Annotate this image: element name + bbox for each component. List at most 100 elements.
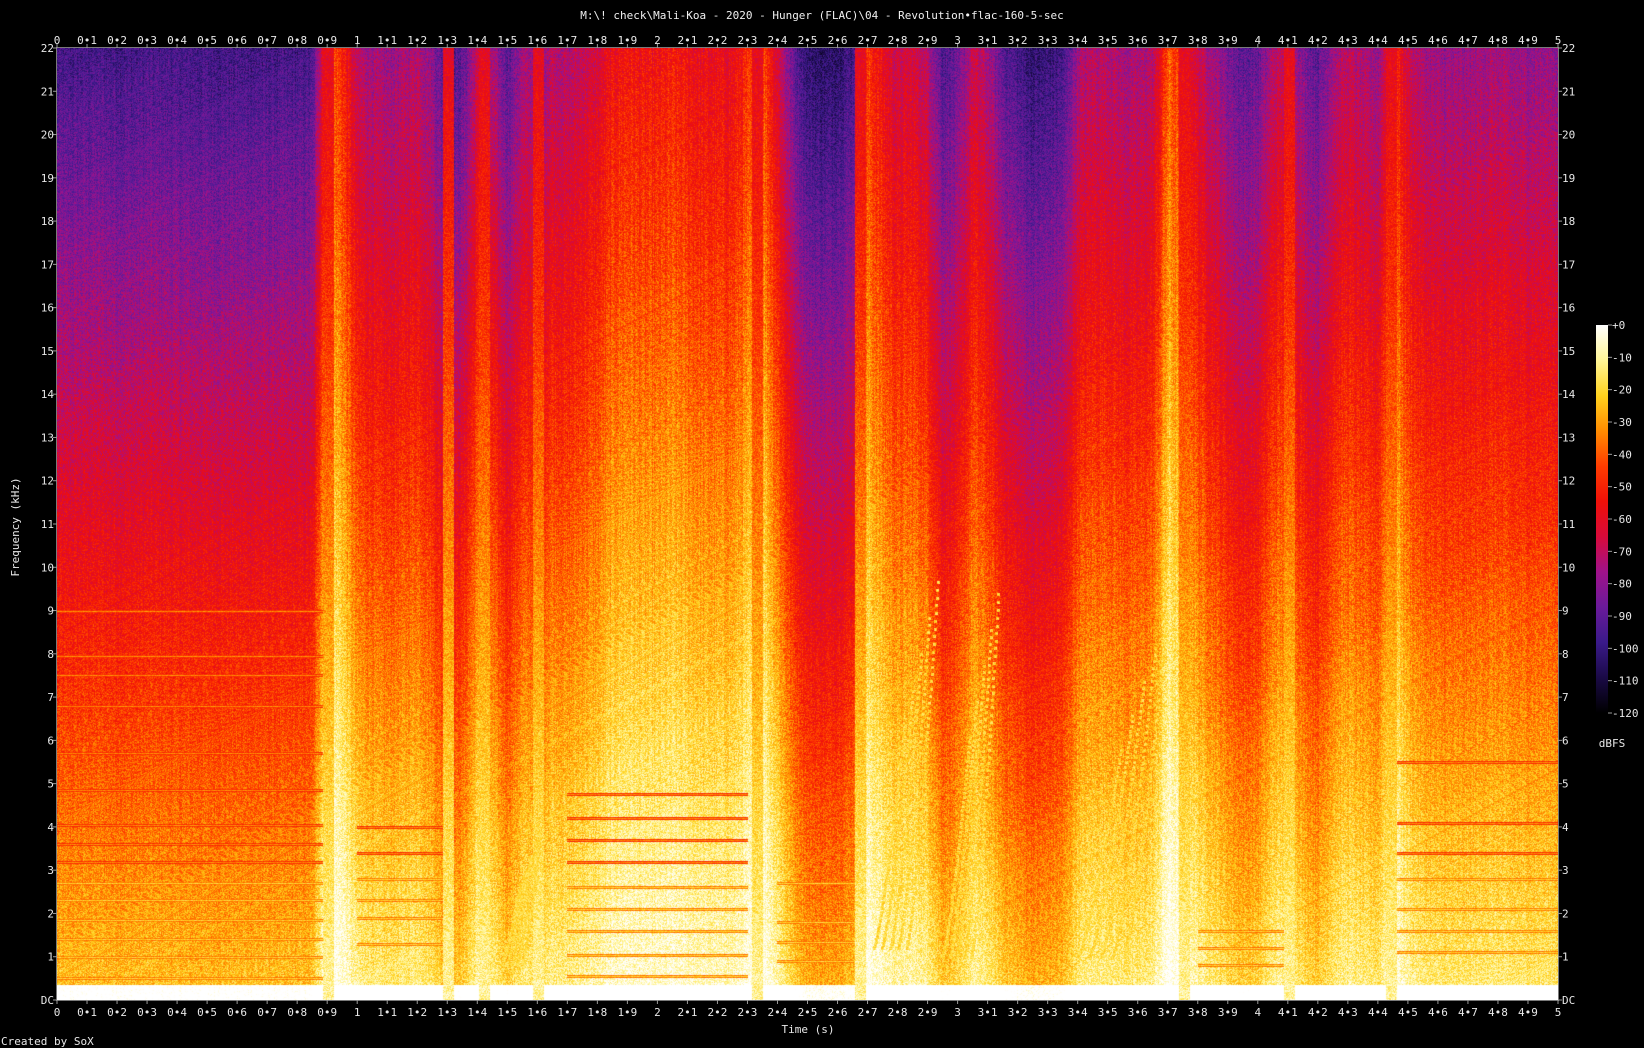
spectrogram-chart: M:\! check\Mali-Koa - 2020 - Hunger (FLA… xyxy=(1,9,1639,1048)
y-tick-label-right: 17 xyxy=(1562,258,1575,271)
x-tick-label-top: 0•1 xyxy=(77,34,97,47)
y-tick-label-left: 17 xyxy=(41,258,54,271)
colorbar-tick-label: -40 xyxy=(1612,448,1632,461)
y-tick-label-left: 12 xyxy=(41,475,54,488)
x-tick-label-top: 2•7 xyxy=(858,34,878,47)
colorbar-tick-label: -30 xyxy=(1612,416,1632,429)
y-tick-label-right: 18 xyxy=(1562,215,1575,228)
x-tick-label-bottom: 0•3 xyxy=(137,1006,157,1019)
x-tick-label-top: 3 xyxy=(954,34,961,47)
y-tick-label-right: 11 xyxy=(1562,518,1575,531)
y-tick-label-right: 5 xyxy=(1562,778,1569,791)
y-tick-label-left: 22 xyxy=(41,42,54,55)
x-tick-label-top: 4•5 xyxy=(1398,34,1418,47)
y-tick-label-left: 14 xyxy=(41,388,55,401)
colorbar-tick-label: -80 xyxy=(1612,578,1632,591)
x-tick-label-top: 1•6 xyxy=(527,34,547,47)
x-tick-label-top: 4•8 xyxy=(1488,34,1508,47)
x-tick-label-bottom: 4•1 xyxy=(1278,1006,1298,1019)
x-tick-label-bottom: 2•2 xyxy=(708,1006,728,1019)
x-tick-label-top: 2•3 xyxy=(738,34,758,47)
x-tick-label-top: 0•8 xyxy=(287,34,307,47)
x-tick-label-bottom: 2•5 xyxy=(798,1006,818,1019)
x-tick-label-bottom: 3•5 xyxy=(1098,1006,1118,1019)
colorbar-tick-label: -110 xyxy=(1612,675,1639,688)
x-tick-label-bottom: 1•5 xyxy=(497,1006,517,1019)
colorbar-tick-label: -20 xyxy=(1612,384,1632,397)
y-tick-label-left: 3 xyxy=(47,864,54,877)
colorbar-tick-label: +0 xyxy=(1612,319,1625,332)
x-tick-label-top: 0•2 xyxy=(107,34,127,47)
x-tick-label-top: 4•9 xyxy=(1518,34,1538,47)
x-tick-label-top: 4 xyxy=(1254,34,1261,47)
x-tick-label-top: 2 xyxy=(654,34,661,47)
x-tick-label-bottom: 0 xyxy=(54,1006,61,1019)
x-tick-label-top: 0•7 xyxy=(257,34,277,47)
y-axis-left: DC12345678910111213141516171819202122 xyxy=(41,42,57,1007)
x-tick-label-bottom: 1•1 xyxy=(377,1006,397,1019)
y-tick-label-right: 8 xyxy=(1562,648,1569,661)
x-tick-label-top: 1•2 xyxy=(407,34,427,47)
colorbar-ticks: +0 -10 -20 -30 -40 -50 -60 -70 -80 -90 -100 -110 -12… xyxy=(1608,319,1639,720)
y-tick-label-left: 1 xyxy=(47,951,54,964)
x-tick-label-bottom: 2 xyxy=(654,1006,661,1019)
x-tick-label-top: 0•3 xyxy=(137,34,157,47)
colorbar-unit-label: dBFS xyxy=(1599,737,1626,750)
y-tick-label-right: 2 xyxy=(1562,907,1569,920)
x-tick-label-top: 1•8 xyxy=(587,34,607,47)
y-tick-label-right: 16 xyxy=(1562,302,1575,315)
x-tick-label-bottom: 4•4 xyxy=(1368,1006,1388,1019)
y-tick-label-right: 15 xyxy=(1562,345,1575,358)
x-tick-label-top: 2•4 xyxy=(768,34,788,47)
x-tick-label-top: 3•6 xyxy=(1128,34,1148,47)
x-tick-label-top: 1•3 xyxy=(437,34,457,47)
y-tick-label-left: 19 xyxy=(41,172,54,185)
y-tick-label-right: 14 xyxy=(1562,388,1576,401)
x-axis-top: 0 0•1 0•2 0•3 0•4 0•5 0•6 0•7 0•8 0•9 1 1•1 1•2 1•3 1•… xyxy=(54,34,1562,48)
y-tick-label-right: 3 xyxy=(1562,864,1569,877)
y-tick-label-left: 20 xyxy=(41,129,54,142)
x-tick-label-bottom: 4•7 xyxy=(1458,1006,1478,1019)
x-tick-label-top: 1•1 xyxy=(377,34,397,47)
x-tick-label-top: 1 xyxy=(354,34,361,47)
y-tick-label-left: 10 xyxy=(41,561,54,574)
x-tick-label-top: 1•4 xyxy=(467,34,487,47)
y-tick-label-left: 15 xyxy=(41,345,54,358)
x-tick-label-bottom: 0•7 xyxy=(257,1006,277,1019)
x-tick-label-bottom: 0•2 xyxy=(107,1006,127,1019)
y-tick-label-left: 21 xyxy=(41,85,54,98)
x-tick-label-top: 2•8 xyxy=(888,34,908,47)
x-tick-label-bottom: 0•6 xyxy=(227,1006,247,1019)
x-tick-label-top: 2•9 xyxy=(918,34,938,47)
x-tick-label-top: 3•2 xyxy=(1008,34,1028,47)
x-tick-label-bottom: 3•4 xyxy=(1068,1006,1088,1019)
colorbar-tick-label: -70 xyxy=(1612,545,1632,558)
y-tick-label-right: 6 xyxy=(1562,734,1569,747)
y-tick-label-right: 19 xyxy=(1562,172,1575,185)
x-tick-label-bottom: 1•9 xyxy=(617,1006,637,1019)
colorbar-tick-label: -100 xyxy=(1612,642,1639,655)
chart-title: M:\! check\Mali-Koa - 2020 - Hunger (FLA… xyxy=(580,9,1063,22)
y-axis-right: DC12345678910111213141516171819202122 xyxy=(1558,42,1576,1007)
y-tick-label-left: 4 xyxy=(47,821,54,834)
y-tick-label-right: 4 xyxy=(1562,821,1569,834)
x-tick-label-top: 2•2 xyxy=(708,34,728,47)
y-axis-label: Frequency (kHz) xyxy=(9,477,22,576)
x-tick-label-top: 5 xyxy=(1555,34,1562,47)
y-tick-label-right: 7 xyxy=(1562,691,1569,704)
x-tick-label-bottom: 4•6 xyxy=(1428,1006,1448,1019)
x-tick-label-top: 3•4 xyxy=(1068,34,1088,47)
colorbar-tick-label: -120 xyxy=(1612,707,1639,720)
x-tick-label-top: 1•7 xyxy=(557,34,577,47)
colorbar-scale xyxy=(1596,325,1608,713)
x-tick-label-top: 3•5 xyxy=(1098,34,1118,47)
y-tick-label-left: DC xyxy=(41,994,54,1007)
colorbar-tick-label: -50 xyxy=(1612,481,1632,494)
x-tick-label-top: 3•9 xyxy=(1218,34,1238,47)
x-tick-label-bottom: 1•7 xyxy=(557,1006,577,1019)
x-tick-label-top: 3•7 xyxy=(1158,34,1178,47)
y-tick-label-right: 10 xyxy=(1562,561,1575,574)
x-tick-label-bottom: 1•2 xyxy=(407,1006,427,1019)
y-tick-label-right: 20 xyxy=(1562,129,1575,142)
x-tick-label-bottom: 3•6 xyxy=(1128,1006,1148,1019)
